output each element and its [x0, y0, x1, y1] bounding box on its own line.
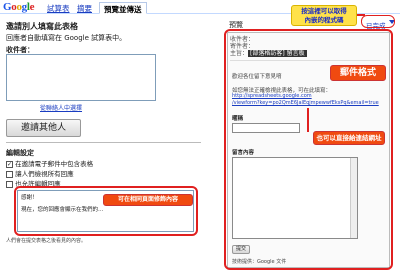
callout-edit-content: 可在相同頁面修飾內容: [103, 194, 193, 206]
invite-description: 回應者自動填寫在 Google 試算表中。: [6, 34, 127, 42]
show-responses-row[interactable]: 讓人們檢視所有回應: [6, 168, 74, 178]
checkbox-icon[interactable]: [6, 170, 13, 178]
confirmation-note: 人們會在提交表格之後看見的內容。: [6, 238, 87, 244]
callout-embed-code: 按這裡可以取得 內嵌的程式碼: [291, 5, 357, 26]
arrow-icon: [357, 14, 365, 16]
include-form-label: 在邀請電子郵件中包含表格: [15, 160, 94, 168]
checkbox-icon[interactable]: [6, 180, 13, 188]
arrow-icon: [307, 108, 309, 132]
recipients-input[interactable]: [6, 54, 156, 101]
choose-contacts-link[interactable]: 從聯絡人中選擇: [40, 103, 82, 112]
invite-others-button[interactable]: 邀請其他人: [6, 119, 81, 137]
tab-preview-send[interactable]: 預覽並傳送: [99, 2, 147, 14]
callout-mail-format: 郵件格式: [330, 65, 386, 81]
google-logo: Google: [3, 1, 35, 13]
show-responses-label: 讓人們檢視所有回應: [15, 170, 74, 178]
done-highlight-frame: [361, 15, 395, 28]
tab-spreadsheet[interactable]: 試算表: [43, 2, 74, 14]
include-form-row[interactable]: ✓ 在邀請電子郵件中包含表格: [6, 158, 93, 168]
settings-title: 編輯設定: [6, 149, 34, 157]
tab-summary[interactable]: 摘要: [73, 2, 96, 14]
checkbox-checked-icon[interactable]: ✓: [6, 160, 13, 168]
divider: [6, 142, 201, 143]
invite-title: 邀請別人填寫此表格: [6, 22, 78, 31]
callout-direct-link: 也可以直接給連結網址: [313, 131, 385, 145]
